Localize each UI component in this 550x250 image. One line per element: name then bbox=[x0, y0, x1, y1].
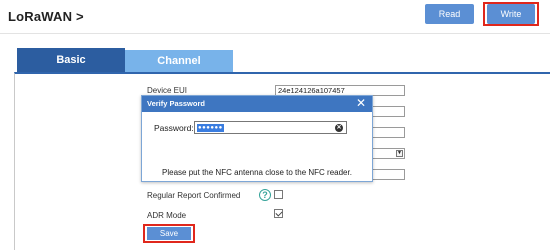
password-input[interactable]: ●●●●●● ✕ bbox=[194, 121, 347, 134]
tab-channel[interactable]: Channel bbox=[125, 50, 233, 72]
header-divider bbox=[0, 33, 550, 34]
adr-mode-label: ADR Mode bbox=[147, 211, 187, 220]
device-eui-label: Device EUI bbox=[147, 86, 188, 95]
clear-icon[interactable]: ✕ bbox=[335, 124, 343, 132]
tab-basic[interactable]: Basic bbox=[17, 48, 125, 72]
read-button[interactable]: Read bbox=[425, 4, 474, 24]
write-button[interactable]: Write bbox=[487, 4, 535, 24]
page-title: LoRaWAN > bbox=[8, 9, 84, 24]
nfc-instruction-text: Please put the NFC antenna close to the … bbox=[162, 168, 352, 177]
password-value: ●●●●●● bbox=[197, 124, 224, 132]
help-icon[interactable]: ? bbox=[259, 189, 271, 201]
dialog-title-bar: Verify Password ✕ bbox=[142, 96, 372, 112]
regular-report-label: Regular Report Confirmed bbox=[147, 191, 241, 200]
adr-mode-checkbox[interactable] bbox=[274, 209, 283, 218]
verify-password-dialog: Verify Password ✕ Password: ●●●●●● ✕ Ple… bbox=[141, 95, 373, 182]
password-label: Password: bbox=[154, 123, 194, 133]
close-icon[interactable]: ✕ bbox=[356, 97, 366, 110]
chevron-down-icon[interactable]: ▼ bbox=[396, 150, 403, 157]
dialog-title: Verify Password bbox=[147, 99, 205, 108]
save-button[interactable]: Save bbox=[147, 227, 191, 240]
regular-report-checkbox[interactable] bbox=[274, 190, 283, 199]
